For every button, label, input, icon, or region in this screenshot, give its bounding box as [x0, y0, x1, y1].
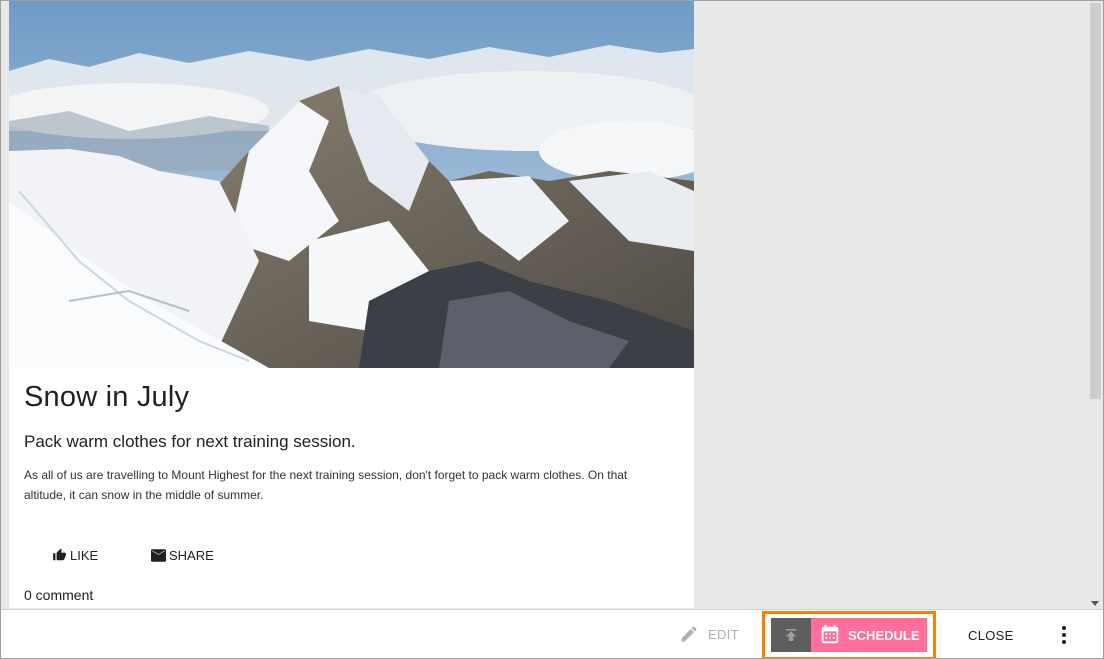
- action-toolbar: EDIT SCHEDULE CLOSE: [1, 609, 1103, 658]
- scroll-down-arrow-icon[interactable]: [1091, 601, 1099, 606]
- share-button[interactable]: SHARE: [151, 544, 214, 566]
- publish-button[interactable]: [771, 618, 811, 652]
- publish-icon: [785, 629, 797, 641]
- like-label: LIKE: [70, 547, 99, 563]
- calendar-icon: [821, 624, 839, 644]
- thumbs-up-icon: [53, 548, 66, 561]
- share-label: SHARE: [169, 547, 214, 563]
- post-preview: Snow in July Pack warm clothes for next …: [9, 1, 694, 608]
- close-button[interactable]: CLOSE: [968, 628, 1014, 643]
- vertical-scrollbar[interactable]: [1088, 1, 1103, 608]
- post-title: Snow in July: [24, 381, 190, 413]
- hero-image: [9, 1, 694, 368]
- more-vert-icon[interactable]: [1061, 626, 1067, 644]
- schedule-label: SCHEDULE: [848, 627, 920, 643]
- post-subtitle: Pack warm clothes for next training sess…: [24, 432, 356, 451]
- comment-count[interactable]: 0 comment: [24, 587, 93, 603]
- edit-button[interactable]: EDIT: [679, 624, 739, 644]
- scrollbar-thumb[interactable]: [1090, 3, 1101, 399]
- pencil-icon: [681, 626, 697, 642]
- schedule-button[interactable]: SCHEDULE: [811, 618, 927, 652]
- app-window: Snow in July Pack warm clothes for next …: [0, 0, 1104, 659]
- post-body: As all of us are travelling to Mount Hig…: [24, 468, 628, 502]
- edit-label: EDIT: [708, 626, 739, 642]
- envelope-icon: [151, 548, 166, 562]
- like-button[interactable]: LIKE: [52, 544, 98, 566]
